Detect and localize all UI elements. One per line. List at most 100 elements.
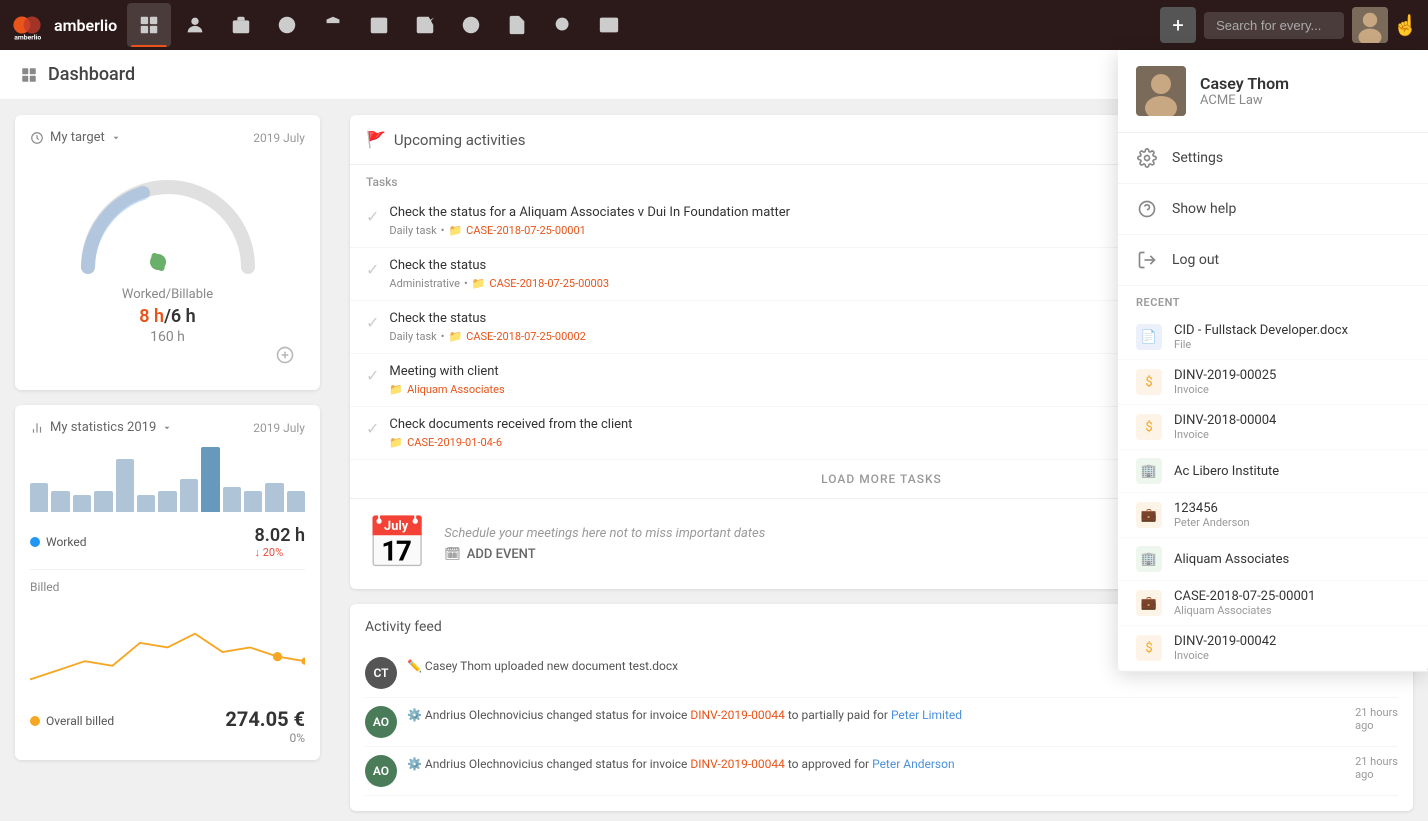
task-case-icon-0: 📁 [448, 224, 462, 237]
recent-item-text-6: CASE-2018-07-25-00001 Aliquam Associates [1174, 589, 1315, 617]
recent-item-name-0: CID - Fullstack Developer.docx [1174, 323, 1348, 338]
task-case-link-0[interactable]: CASE-2018-07-25-00001 [466, 224, 586, 237]
task-case-link-1[interactable]: CASE-2018-07-25-00003 [489, 277, 609, 290]
billed-pct: 0% [225, 731, 305, 745]
feed-time-3: 21 hoursago [1355, 755, 1398, 781]
task-sep-1: • [464, 277, 468, 290]
gauge-total: 160 h [150, 329, 185, 345]
task-sep-2: • [441, 330, 445, 343]
nav-tasks[interactable] [403, 3, 447, 47]
recent-item-name-6: CASE-2018-07-25-00001 [1174, 589, 1315, 604]
add-button[interactable]: + [1160, 7, 1196, 43]
stats-dropdown-icon[interactable] [162, 423, 172, 433]
nav-time[interactable] [449, 3, 493, 47]
nav-calendar[interactable] [357, 3, 401, 47]
target-title-text: My target [50, 130, 105, 145]
task-case-link-3[interactable]: Aliquam Associates [407, 383, 505, 396]
nav-icons: $ [127, 3, 1156, 47]
task-check-3[interactable]: ✓ [366, 366, 379, 385]
task-type-1: Administrative [389, 277, 460, 290]
feed-text-1: Casey Thom uploaded new document test.do… [425, 659, 678, 673]
person-link-2[interactable]: Peter Anderson [872, 757, 955, 771]
bar-chart-bar [73, 495, 91, 512]
recent-item[interactable]: $ DINV-2019-00042 Invoice [1118, 626, 1428, 671]
nav-billing[interactable]: $ [265, 3, 309, 47]
task-type-0: Daily task [389, 224, 436, 237]
feed-content-3: ⚙️ Andrius Olechnovicius changed status … [407, 755, 1345, 773]
task-case-icon-2: 📁 [448, 330, 462, 343]
add-event-btn[interactable]: 🗓 ADD EVENT [444, 547, 765, 562]
billed-label: Billed [30, 580, 305, 594]
nav-bank[interactable] [311, 3, 355, 47]
recent-item-name-3: Ac Libero Institute [1174, 464, 1279, 479]
recent-item[interactable]: $ DINV-2019-00025 Invoice [1118, 360, 1428, 405]
recent-item-icon-2: $ [1136, 414, 1162, 440]
stats-icon [30, 421, 44, 435]
task-check-2[interactable]: ✓ [366, 313, 379, 332]
bar-chart-bar [180, 479, 198, 512]
nav-contacts[interactable] [173, 3, 217, 47]
feed-avatar-ao: AO [365, 706, 397, 738]
recent-item-type-2: Invoice [1174, 428, 1276, 441]
bar-chart-bar [94, 491, 112, 512]
dashboard-breadcrumb-icon [20, 66, 38, 84]
task-sep-0: • [441, 224, 445, 237]
dropdown-user-info: Casey Thom ACME Law [1118, 50, 1428, 133]
recent-item[interactable]: 💼 123456 Peter Anderson [1118, 493, 1428, 538]
add-event-label: ADD EVENT [467, 547, 536, 562]
recent-item[interactable]: $ DINV-2018-00004 Invoice [1118, 405, 1428, 450]
bar-chart-bar [158, 491, 176, 512]
recent-item[interactable]: 💼 CASE-2018-07-25-00001 Aliquam Associat… [1118, 581, 1428, 626]
recent-item[interactable]: 📄 CID - Fullstack Developer.docx File [1118, 315, 1428, 360]
feed-time-2: 21 hoursago [1355, 706, 1398, 732]
bar-chart-bar [287, 491, 305, 512]
recent-item[interactable]: 🏢 Aliquam Associates [1118, 538, 1428, 581]
feed-avatar-ao-2: AO [365, 755, 397, 787]
invoice-link-1[interactable]: DINV-2019-00044 [690, 708, 784, 722]
recent-item-text-7: DINV-2019-00042 Invoice [1174, 634, 1276, 662]
recent-item-name-7: DINV-2019-00042 [1174, 634, 1276, 649]
task-check-0[interactable]: ✓ [366, 207, 379, 226]
svg-text:amberlio: amberlio [14, 33, 41, 41]
recent-item-type-7: Invoice [1174, 649, 1276, 662]
logo[interactable]: amberlio amberlio [10, 8, 117, 42]
recent-item-text-0: CID - Fullstack Developer.docx File [1174, 323, 1348, 351]
bar-chart-bar [223, 487, 241, 512]
task-case-link-4[interactable]: CASE-2019-01-04-6 [407, 436, 502, 449]
nav-review[interactable] [541, 3, 585, 47]
nav-reports[interactable] [633, 3, 677, 47]
feed-title: Activity feed [365, 619, 442, 635]
billed-line-svg [30, 602, 305, 702]
settings-menu-item[interactable]: Settings [1118, 133, 1428, 184]
dropdown-user-name: Casey Thom [1200, 74, 1289, 93]
calendar-prompt-text: Schedule your meetings here not to miss … [444, 526, 765, 541]
logout-menu-item[interactable]: Log out [1118, 235, 1428, 286]
nav-mail[interactable] [587, 3, 631, 47]
recent-item-name-1: DINV-2019-00025 [1174, 368, 1276, 383]
worked-stat-change: ↓ 20% [255, 546, 305, 559]
search-input[interactable] [1204, 12, 1344, 39]
user-avatar-nav[interactable] [1352, 7, 1388, 43]
task-case-link-2[interactable]: CASE-2018-07-25-00002 [466, 330, 586, 343]
task-check-1[interactable]: ✓ [366, 260, 379, 279]
nav-dashboard[interactable] [127, 3, 171, 47]
task-check-4[interactable]: ✓ [366, 419, 379, 438]
person-link-1[interactable]: Peter Limited [891, 708, 962, 722]
line-chart [30, 602, 305, 702]
recent-item-icon-5: 🏢 [1136, 546, 1162, 572]
flag-icon: 🚩 [366, 130, 386, 149]
gear-menu-icon [1136, 147, 1158, 169]
worked-stat-value: 8.02 h [255, 525, 305, 546]
invoice-link-2[interactable]: DINV-2019-00044 [690, 757, 784, 771]
svg-text:$: $ [284, 19, 290, 32]
add-time-icon[interactable] [275, 345, 295, 365]
logout-menu-icon [1136, 249, 1158, 271]
help-menu-item[interactable]: Show help [1118, 184, 1428, 235]
recent-item[interactable]: 🏢 Ac Libero Institute [1118, 450, 1428, 493]
top-navigation: amberlio amberlio $ [0, 0, 1428, 50]
nav-documents[interactable] [495, 3, 539, 47]
nav-cases[interactable] [219, 3, 263, 47]
settings-label: Settings [1172, 150, 1223, 166]
task-case-icon-1: 📁 [472, 277, 486, 290]
target-dropdown-icon[interactable] [111, 133, 121, 143]
